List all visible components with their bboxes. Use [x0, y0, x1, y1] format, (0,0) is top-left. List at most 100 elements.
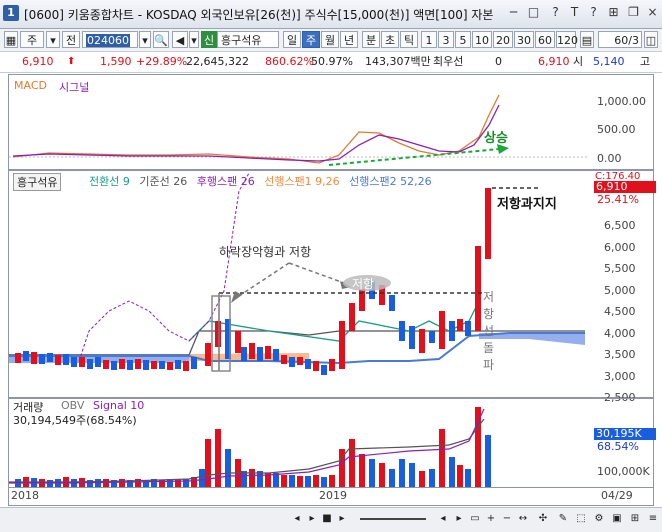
list-icon[interactable]: ≡: [646, 512, 660, 526]
new-stock-badge: 신: [201, 31, 217, 48]
candle: [399, 321, 405, 341]
volume-ratio: 860.62%: [265, 55, 314, 68]
candle: [31, 352, 37, 364]
period-month-button[interactable]: 월: [321, 31, 339, 48]
volume-bar: [313, 475, 319, 487]
period-tick-button[interactable]: 틱: [400, 31, 418, 48]
price-axis-3000: 3,000: [604, 370, 636, 383]
market-dropdown-icon[interactable]: ▾: [46, 31, 60, 48]
period-day-button[interactable]: 일: [283, 31, 301, 48]
draw-icon[interactable]: ✎: [556, 512, 570, 526]
minimize-icon[interactable]: ─: [506, 5, 521, 20]
interval-1-button[interactable]: 1: [421, 31, 437, 48]
zoom-in-icon[interactable]: +: [484, 512, 498, 526]
price-axis-6000: 6,000: [604, 241, 636, 254]
candle: [183, 361, 189, 371]
candle: [265, 346, 271, 359]
zoom-out-icon[interactable]: −: [500, 512, 514, 526]
grid-settings-icon[interactable]: ▤: [580, 31, 594, 48]
resistance-annotation: 저항: [352, 277, 375, 291]
candle: [305, 359, 311, 369]
interval-30-button[interactable]: 30: [514, 31, 534, 48]
market-select[interactable]: 주: [20, 31, 44, 48]
volume-bar: [475, 407, 481, 487]
candle: [289, 357, 295, 367]
title-bar: 1 [0600] 키움종합차트 - KOSDAQ 외국인보유[26(천)] 주식…: [0, 0, 662, 29]
range-select[interactable]: 전: [62, 31, 80, 48]
price-axis-3500: 3,500: [604, 348, 636, 361]
volume-bar: [289, 475, 295, 487]
candle: [485, 188, 491, 259]
help-icon[interactable]: ?: [548, 5, 563, 20]
interval-5-button[interactable]: 5: [455, 31, 471, 48]
change-percent: +29.89%: [136, 55, 188, 68]
zoom-slider[interactable]: [360, 518, 426, 520]
play-icon[interactable]: ▸: [305, 512, 319, 526]
macd-axis-0: 0.00: [597, 152, 622, 165]
interval-10-button[interactable]: 10: [472, 31, 492, 48]
sound-dropdown-icon[interactable]: ▾: [189, 31, 199, 48]
resistance-support-annotation: 저항과지지: [497, 197, 557, 212]
stop-icon[interactable]: ■: [320, 512, 334, 526]
candle: [389, 295, 395, 311]
forward-icon[interactable]: ▸: [335, 512, 349, 526]
arrange-icon[interactable]: ◫: [644, 31, 658, 48]
grid-view-icon[interactable]: ⊞: [628, 512, 642, 526]
volume-bar: [329, 475, 335, 487]
interval-120-button[interactable]: 120: [556, 31, 578, 48]
info-icon[interactable]: ?: [586, 5, 601, 20]
candle: [205, 343, 211, 366]
price-panel[interactable]: 흥구석유 전환선 9 기준선 26 후행스팬 26 선행스팬1 9,26 선행스…: [8, 170, 656, 404]
period-minute-button[interactable]: 분: [362, 31, 380, 48]
candle: [409, 326, 415, 349]
page-icon[interactable]: ▭: [468, 512, 482, 526]
best-quote-label: 최우선: [433, 55, 464, 68]
close-icon[interactable]: ×: [645, 5, 660, 20]
period-second-button[interactable]: 초: [381, 31, 399, 48]
crosshair-icon[interactable]: ✣: [536, 512, 550, 526]
current-price: 6,910: [22, 55, 54, 68]
sound-icon[interactable]: ◀: [172, 31, 188, 48]
volume-bar: [175, 479, 181, 487]
interval-3-button[interactable]: 3: [438, 31, 454, 48]
volume-bar: [297, 476, 303, 487]
rewind-icon[interactable]: ◂: [290, 512, 304, 526]
candle: [151, 361, 157, 369]
volume-bar: [379, 463, 385, 487]
count-input[interactable]: 60/3: [598, 31, 642, 48]
restore-icon[interactable]: ❐: [626, 5, 641, 20]
interval-60-button[interactable]: 60: [535, 31, 555, 48]
interval-20-button[interactable]: 20: [493, 31, 513, 48]
candle: [71, 357, 77, 367]
volume-panel[interactable]: 거래량 OBV Signal 10 30,194,549주(68.54%) 30…: [8, 398, 656, 488]
search-icon[interactable]: 🔍: [153, 31, 169, 48]
screen-icon[interactable]: ⬚: [574, 512, 588, 526]
code-dropdown-icon[interactable]: ▾: [139, 31, 151, 48]
settings-icon[interactable]: ⚙: [592, 512, 606, 526]
volume-bar: [389, 469, 395, 487]
volume-bar: [457, 465, 463, 487]
candle: [465, 321, 471, 336]
breakout-annotation: 저항선돌파: [483, 290, 495, 372]
macd-panel[interactable]: MACD 시그널 1,000.00 500.00 0.00 상승: [8, 74, 654, 170]
volume-bar: [409, 463, 415, 487]
grid-icon[interactable]: ▦: [4, 31, 18, 48]
candle: [297, 357, 303, 365]
step-forward-icon[interactable]: ▸: [452, 512, 466, 526]
candle: [215, 321, 221, 347]
maximize-icon[interactable]: □: [526, 5, 541, 20]
volume-bar: [369, 459, 375, 487]
period-week-button[interactable]: 주: [302, 31, 320, 48]
pin-icon[interactable]: ⊞: [606, 5, 621, 20]
stock-code-input[interactable]: 024060: [82, 31, 138, 48]
volume-bar: [449, 457, 455, 487]
text-icon[interactable]: T: [567, 5, 582, 20]
candle: [87, 359, 93, 369]
step-back-icon[interactable]: ◂: [436, 512, 450, 526]
save-icon[interactable]: ▣: [610, 512, 624, 526]
turnover-rate: 50.97%: [311, 55, 353, 68]
open-value: 5,140: [593, 55, 625, 68]
fit-icon[interactable]: ↔: [516, 512, 530, 526]
stock-name-field[interactable]: 흥구석유: [217, 31, 279, 48]
period-year-button[interactable]: 년: [340, 31, 358, 48]
